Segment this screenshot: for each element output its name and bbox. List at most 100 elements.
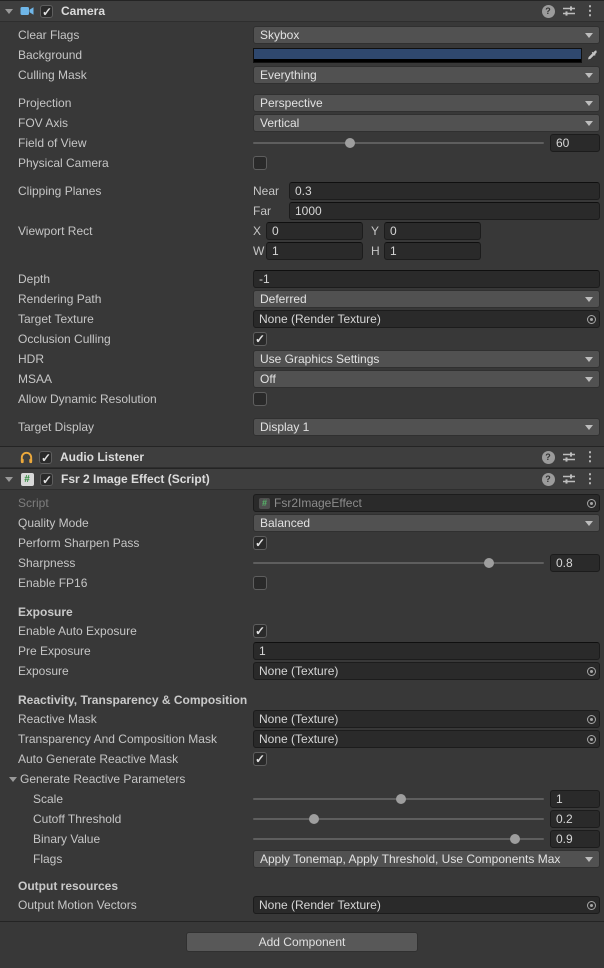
- help-icon[interactable]: ?: [540, 471, 556, 487]
- physical-camera-checkbox[interactable]: [253, 156, 267, 170]
- reactive-mask-field[interactable]: None (Texture): [253, 710, 600, 728]
- viewport-y-field[interactable]: 0: [384, 222, 481, 240]
- pre-exposure-field[interactable]: 1: [253, 642, 600, 660]
- fov-axis-label: FOV Axis: [18, 116, 253, 130]
- enable-fp16-checkbox[interactable]: [253, 576, 267, 590]
- field-of-view-row: Field of View 60: [0, 133, 604, 153]
- viewport-x-label: X: [253, 224, 266, 238]
- allow-dynamic-resolution-checkbox[interactable]: [253, 392, 267, 406]
- chevron-down-icon: [585, 101, 593, 106]
- fov-axis-dropdown[interactable]: Vertical: [253, 114, 600, 132]
- scale-value-field[interactable]: 1: [550, 790, 600, 808]
- perform-sharpen-pass-row: Perform Sharpen Pass: [0, 533, 604, 553]
- slider-handle[interactable]: [396, 794, 406, 804]
- output-motion-vectors-field[interactable]: None (Render Texture): [253, 896, 600, 914]
- presets-icon[interactable]: [561, 471, 577, 487]
- object-picker-icon[interactable]: [583, 711, 599, 727]
- kebab-menu-icon[interactable]: ⋮: [582, 471, 598, 487]
- near-label: Near: [253, 184, 289, 198]
- hdr-dropdown[interactable]: Use Graphics Settings: [253, 350, 600, 368]
- viewport-w-field[interactable]: 1: [266, 242, 363, 260]
- culling-mask-label: Culling Mask: [18, 68, 253, 82]
- camera-component-header[interactable]: Camera ? ⋮: [0, 0, 604, 22]
- target-display-value: Display 1: [260, 420, 581, 434]
- auto-generate-reactive-mask-checkbox[interactable]: [253, 752, 267, 766]
- fsr2-enabled-checkbox[interactable]: [40, 473, 53, 486]
- clear-flags-dropdown[interactable]: Skybox: [253, 26, 600, 44]
- slider-track: [253, 838, 544, 840]
- slider-handle[interactable]: [345, 138, 355, 148]
- slider-handle[interactable]: [510, 834, 520, 844]
- clipping-planes-label: Clipping Planes: [18, 184, 253, 198]
- script-label: Script: [18, 496, 253, 510]
- viewport-h-field[interactable]: 1: [384, 242, 481, 260]
- fsr2-title: Fsr 2 Image Effect (Script): [61, 472, 210, 486]
- fsr2-component-header[interactable]: # Fsr 2 Image Effect (Script) ? ⋮: [0, 468, 604, 490]
- near-field[interactable]: 0.3: [289, 182, 600, 200]
- binary-value-value-field[interactable]: 0.9: [550, 830, 600, 848]
- cutoff-threshold-slider[interactable]: [253, 810, 544, 828]
- add-component-button[interactable]: Add Component: [186, 932, 418, 952]
- presets-icon[interactable]: [561, 3, 577, 19]
- object-picker-icon[interactable]: [583, 495, 599, 511]
- hdr-value: Use Graphics Settings: [260, 352, 581, 366]
- sharpness-slider[interactable]: [253, 554, 544, 572]
- occlusion-culling-checkbox[interactable]: [253, 332, 267, 346]
- culling-mask-dropdown[interactable]: Everything: [253, 66, 600, 84]
- msaa-dropdown[interactable]: Off: [253, 370, 600, 388]
- object-picker-icon[interactable]: [583, 311, 599, 327]
- flags-dropdown[interactable]: Apply Tonemap, Apply Threshold, Use Comp…: [253, 850, 600, 868]
- target-texture-row: Target Texture None (Render Texture): [0, 309, 604, 329]
- projection-row: Projection Perspective: [0, 93, 604, 113]
- viewport-x-field[interactable]: 0: [266, 222, 363, 240]
- foldout-expanded-icon[interactable]: [9, 777, 17, 782]
- output-motion-vectors-row: Output Motion Vectors None (Render Textu…: [0, 895, 604, 915]
- generate-reactive-parameters-label: Generate Reactive Parameters: [20, 772, 255, 786]
- background-color-swatch[interactable]: [253, 48, 582, 63]
- transparency-mask-field[interactable]: None (Texture): [253, 730, 600, 748]
- field-of-view-value-field[interactable]: 60: [550, 134, 600, 152]
- help-icon[interactable]: ?: [540, 449, 556, 465]
- depth-label: Depth: [18, 272, 253, 286]
- object-picker-icon[interactable]: [583, 897, 599, 913]
- background-color-wrap: [253, 47, 600, 63]
- viewport-rect-xy-row: Viewport Rect X 0 Y 0: [0, 221, 604, 241]
- slider-handle[interactable]: [484, 558, 494, 568]
- cutoff-threshold-value-field[interactable]: 0.2: [550, 810, 600, 828]
- viewport-w-label: W: [253, 244, 266, 258]
- rendering-path-dropdown[interactable]: Deferred: [253, 290, 600, 308]
- slider-handle[interactable]: [309, 814, 319, 824]
- help-icon[interactable]: ?: [540, 3, 556, 19]
- presets-icon[interactable]: [561, 449, 577, 465]
- field-of-view-slider[interactable]: [253, 134, 544, 152]
- perform-sharpen-pass-checkbox[interactable]: [253, 536, 267, 550]
- kebab-menu-icon[interactable]: ⋮: [582, 449, 598, 465]
- sharpness-value-field[interactable]: 0.8: [550, 554, 600, 572]
- target-display-dropdown[interactable]: Display 1: [253, 418, 600, 436]
- clipping-far-row: Far 1000: [0, 201, 604, 221]
- foldout-expanded-icon[interactable]: [5, 477, 13, 482]
- generate-reactive-parameters-row[interactable]: Generate Reactive Parameters: [0, 769, 604, 789]
- rendering-path-value: Deferred: [260, 292, 581, 306]
- kebab-menu-icon[interactable]: ⋮: [582, 3, 598, 19]
- camera-component-body: Clear Flags Skybox Background Culling Ma…: [0, 22, 604, 446]
- binary-value-slider[interactable]: [253, 830, 544, 848]
- output-section-header: Output resources: [0, 877, 604, 895]
- far-field[interactable]: 1000: [289, 202, 600, 220]
- audio-listener-enabled-checkbox[interactable]: [39, 451, 52, 464]
- projection-dropdown[interactable]: Perspective: [253, 94, 600, 112]
- eyedropper-icon[interactable]: [584, 47, 600, 63]
- quality-mode-dropdown[interactable]: Balanced: [253, 514, 600, 532]
- exposure-field[interactable]: None (Texture): [253, 662, 600, 680]
- target-texture-field[interactable]: None (Render Texture): [253, 310, 600, 328]
- object-picker-ring: [587, 499, 596, 508]
- depth-field[interactable]: -1: [253, 270, 600, 288]
- gap: [0, 261, 604, 269]
- audio-listener-component-header[interactable]: Audio Listener ? ⋮: [0, 446, 604, 468]
- object-picker-icon[interactable]: [583, 731, 599, 747]
- foldout-expanded-icon[interactable]: [5, 9, 13, 14]
- enable-auto-exposure-checkbox[interactable]: [253, 624, 267, 638]
- scale-slider[interactable]: [253, 790, 544, 808]
- object-picker-icon[interactable]: [583, 663, 599, 679]
- camera-enabled-checkbox[interactable]: [40, 5, 53, 18]
